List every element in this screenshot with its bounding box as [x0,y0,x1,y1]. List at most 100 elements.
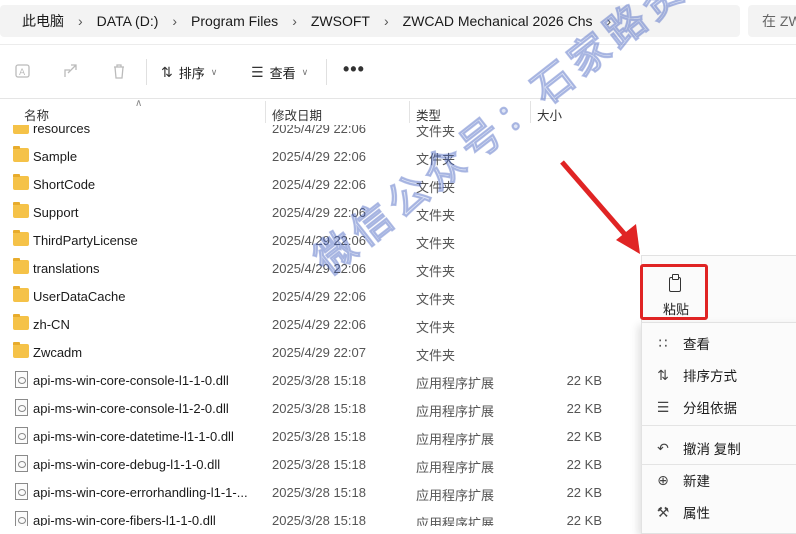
paste-label: 粘贴 [663,302,690,317]
context-item-label: 新建 [683,474,710,489]
column-header-row: ∧ 名称 修改日期 类型 大小 [0,98,796,125]
file-type: 文件夹 [416,236,456,251]
file-name: ShortCode [33,177,96,192]
file-name: resources [33,125,91,136]
folder-icon [13,342,29,358]
file-date: 2025/4/29 22:06 [272,261,366,276]
dll-file-icon [15,455,28,472]
folder-icon [13,202,29,218]
file-name: api-ms-win-core-datetime-l1-1-0.dll [33,429,234,444]
breadcrumb: 此电脑 › DATA (D:) › Program Files › ZWSOFT… [0,5,740,37]
file-type: 文件夹 [416,125,456,139]
breadcrumb-program-files[interactable]: Program Files [185,13,284,29]
breadcrumb-zwcad[interactable]: ZWCAD Mechanical 2026 Chs [397,13,599,29]
chevron-right-icon: › [383,13,389,29]
file-name: api-ms-win-core-errorhandling-l1-1-... [33,485,248,500]
column-header-size[interactable]: 大小 [537,105,562,124]
file-type: 文件夹 [416,264,456,279]
file-row[interactable]: resources 2025/4/29 22:06 文件夹 [0,125,796,142]
chevron-right-icon: › [292,13,297,29]
chevron-right-icon: › [78,13,83,29]
column-divider[interactable] [265,101,266,123]
folder-icon [13,125,29,134]
file-date: 2025/3/28 15:18 [272,373,366,388]
toolbar-divider [146,59,147,85]
dll-file-icon [15,511,28,526]
more-options-button[interactable]: ••• [343,59,365,80]
folder-icon [13,230,29,246]
context-divider [641,464,796,465]
address-bar: 此电脑 › DATA (D:) › Program Files › ZWSOFT… [0,0,796,45]
sort-ascending-icon: ∧ [135,98,143,109]
file-name: api-ms-win-core-console-l1-2-0.dll [33,401,229,416]
sort-button[interactable]: ⇅ 排序 ∨ [161,60,217,84]
file-name: api-ms-win-core-debug-l1-1-0.dll [33,457,221,472]
file-row[interactable]: Support 2025/4/29 22:06 文件夹 [0,198,796,226]
column-divider[interactable] [530,101,531,123]
rename-icon[interactable]: A [14,62,32,80]
toolbar-divider [326,59,327,85]
file-size: 22 KB [566,485,602,500]
view-button[interactable]: ☰ 查看 ∨ [251,60,308,84]
file-type: 应用程序扩展 [416,516,495,526]
breadcrumb-data-drive[interactable]: DATA (D:) [91,13,165,29]
context-item-label: 排序方式 [683,369,737,384]
column-divider[interactable] [409,101,410,123]
file-name: Zwcadm [33,345,83,360]
file-date: 2025/4/29 22:06 [272,233,366,248]
file-type: 文件夹 [416,208,456,223]
sort-icon: ⇅ [657,366,669,383]
file-name: zh-CN [33,317,70,332]
file-type: 文件夹 [416,152,456,167]
red-arrow-annotation [560,160,640,254]
view-icon: ☰ [251,63,264,80]
dll-file-icon [15,427,28,444]
column-header-date[interactable]: 修改日期 [272,105,322,124]
file-name: UserDataCache [33,289,126,304]
file-type: 文件夹 [416,320,456,335]
file-type: 应用程序扩展 [416,460,495,475]
context-item-sort[interactable]: ⇅ 排序方式 [654,363,737,387]
breadcrumb-this-pc[interactable]: 此电脑 [0,11,70,31]
file-size: 22 KB [566,401,602,416]
context-item-properties[interactable]: ⚒ 属性 [654,500,710,524]
file-date: 2025/4/29 22:06 [272,177,366,192]
file-row[interactable]: ShortCode 2025/4/29 22:06 文件夹 [0,170,796,198]
file-name: translations [33,261,100,276]
file-date: 2025/4/29 22:06 [272,289,366,304]
sort-icon: ⇅ [161,63,173,80]
dll-file-icon [15,483,28,500]
file-type: 应用程序扩展 [416,376,495,391]
context-item-view[interactable]: ∷ 查看 [654,331,710,355]
command-bar: A ⇅ 排序 ∨ ☰ 查看 ∨ ••• [0,45,796,99]
breadcrumb-zwsoft[interactable]: ZWSOFT [305,13,376,29]
context-item-label: 属性 [683,506,710,521]
column-header-type[interactable]: 类型 [416,105,441,124]
share-icon[interactable] [62,62,80,80]
folder-icon [13,314,29,330]
context-item-new[interactable]: ⊕ 新建 [654,468,710,492]
context-item-undo[interactable]: ↶ 撤消 复制 [654,436,741,460]
search-input[interactable]: 在 ZW [748,5,796,37]
file-type: 文件夹 [416,180,456,195]
file-row[interactable]: ThirdPartyLicense 2025/4/29 22:06 文件夹 [0,226,796,254]
column-header-name[interactable]: 名称 [24,105,49,124]
context-divider [641,425,796,426]
paste-button[interactable]: 粘贴 [640,264,708,320]
file-name: Sample [33,149,78,164]
file-size: 22 KB [566,429,602,444]
file-date: 2025/4/29 22:06 [272,149,366,164]
chevron-down-icon: ∨ [301,66,309,77]
file-date: 2025/3/28 15:18 [272,429,366,444]
file-date: 2025/4/29 22:06 [272,317,366,332]
group-icon: ☰ [656,398,670,415]
context-item-group[interactable]: ☰ 分组依据 [654,395,737,419]
file-name: ThirdPartyLicense [33,233,138,248]
file-type: 应用程序扩展 [416,432,495,447]
svg-text:A: A [19,68,26,78]
delete-icon[interactable] [110,62,128,80]
file-row[interactable]: Sample 2025/4/29 22:06 文件夹 [0,142,796,170]
dll-file-icon [15,371,28,388]
view-label: 查看 [269,65,296,81]
undo-icon: ↶ [657,439,669,456]
